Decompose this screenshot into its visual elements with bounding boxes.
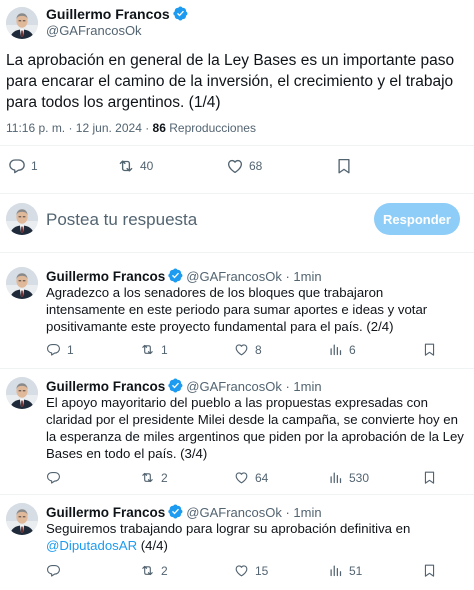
retweet-button[interactable]: 2 (140, 470, 168, 485)
reply-icon (46, 342, 61, 357)
views-count: 6 (349, 342, 356, 357)
author-name[interactable]: Guillermo Francos (46, 6, 170, 22)
bookmark-button[interactable] (422, 342, 437, 357)
mention-link[interactable]: @DiputadosAR (46, 538, 137, 553)
verified-badge-icon (173, 6, 188, 21)
reply-button[interactable]: 1 (46, 342, 74, 357)
divider (0, 193, 474, 194)
avatar[interactable] (6, 6, 38, 39)
reply-icon (46, 470, 61, 485)
reply-actions: 1 1 8 6 (46, 342, 466, 360)
like-button[interactable]: 64 (234, 470, 268, 485)
reply-button[interactable] (46, 563, 67, 578)
views-button[interactable]: 6 (328, 342, 356, 357)
like-count: 15 (255, 563, 269, 578)
reply-header: Guillermo Francos @GAFrancosOk · 1min (46, 268, 322, 284)
views-label: Reproducciones (165, 121, 256, 135)
divider (0, 494, 474, 495)
avatar[interactable] (6, 377, 38, 409)
divider (0, 368, 474, 369)
reply-text: El apoyo mayoritario del pueblo a las pr… (46, 395, 464, 461)
views-icon (328, 342, 343, 357)
retweet-count: 1 (161, 342, 168, 357)
reply-header: Guillermo Francos @GAFrancosOk · 1min (46, 504, 322, 520)
reply-actions: 2 64 530 (46, 470, 466, 488)
retweet-icon (140, 342, 155, 357)
reply-button[interactable]: 1 (8, 157, 38, 175)
avatar[interactable] (6, 267, 38, 299)
bookmark-icon (422, 563, 437, 578)
author-handle[interactable]: @GAFrancosOk · 1min (186, 269, 321, 284)
avatar[interactable] (6, 503, 38, 535)
bookmark-button[interactable] (335, 157, 353, 175)
reply-input[interactable]: Postea tu respuesta (46, 210, 197, 230)
like-icon (234, 563, 249, 578)
retweet-icon (140, 470, 155, 485)
bookmark-button[interactable] (422, 563, 437, 578)
retweet-count: 2 (161, 470, 168, 485)
reply-text: Seguiremos trabajando para lograr su apr… (46, 520, 466, 554)
views-count: 86 (152, 121, 166, 135)
views-icon (328, 563, 343, 578)
reply-icon (46, 563, 61, 578)
author-handle[interactable]: @GAFrancosOk (46, 23, 188, 39)
author-name[interactable]: Guillermo Francos (46, 269, 165, 284)
retweet-button[interactable]: 1 (140, 342, 168, 357)
author-name[interactable]: Guillermo Francos (46, 505, 165, 520)
bookmark-icon (422, 470, 437, 485)
main-tweet-actions: 1 40 68 (0, 157, 474, 181)
reply-text-body: Seguiremos trabajando para lograr su apr… (46, 521, 411, 536)
retweet-button[interactable]: 40 (117, 157, 153, 175)
tweet-text: La aprobación en general de la Ley Bases… (6, 52, 455, 111)
bookmark-icon (335, 157, 353, 175)
verified-badge-icon (168, 378, 183, 393)
retweet-button[interactable]: 2 (140, 563, 168, 578)
reply-actions: 2 15 51 (46, 563, 466, 581)
reply-text: Agradezco a los senadores de los bloques… (46, 285, 428, 334)
avatar (6, 203, 38, 235)
reply-icon (8, 157, 26, 175)
reply-count: 1 (31, 159, 38, 173)
retweet-icon (117, 157, 135, 175)
tweet-time[interactable]: 11:16 p. m. · 12 jun. 2024 · (6, 121, 153, 135)
like-icon (234, 342, 249, 357)
divider (0, 252, 474, 253)
reply-composer: Postea tu respuesta Responder (0, 200, 474, 240)
tweet-meta: 11:16 p. m. · 12 jun. 2024 · 86 Reproduc… (6, 121, 256, 135)
author-handle[interactable]: @GAFrancosOk · 1min (186, 505, 321, 520)
like-icon (226, 157, 244, 175)
views-icon (328, 470, 343, 485)
bookmark-button[interactable] (422, 470, 437, 485)
author-handle[interactable]: @GAFrancosOk · 1min (186, 379, 321, 394)
main-tweet-header: Guillermo Francos @GAFrancosOk (6, 6, 188, 39)
verified-badge-icon (168, 504, 183, 519)
divider (0, 145, 474, 146)
reply-header: Guillermo Francos @GAFrancosOk · 1min (46, 378, 322, 394)
like-icon (234, 470, 249, 485)
views-button[interactable]: 530 (328, 470, 369, 485)
retweet-count: 40 (140, 159, 154, 173)
like-button[interactable]: 68 (226, 157, 262, 175)
views-button[interactable]: 51 (328, 563, 362, 578)
bookmark-icon (422, 342, 437, 357)
views-count: 530 (349, 470, 370, 485)
reply-submit-button[interactable]: Responder (374, 203, 460, 235)
like-count: 68 (249, 159, 263, 173)
reply-count: 1 (67, 342, 74, 357)
like-button[interactable]: 8 (234, 342, 262, 357)
like-count: 8 (255, 342, 262, 357)
retweet-icon (140, 563, 155, 578)
views-count: 51 (349, 563, 363, 578)
like-button[interactable]: 15 (234, 563, 268, 578)
author-name[interactable]: Guillermo Francos (46, 379, 165, 394)
like-count: 64 (255, 470, 269, 485)
reply-text-end: (4/4) (137, 538, 168, 553)
retweet-count: 2 (161, 563, 168, 578)
reply-button[interactable] (46, 470, 67, 485)
verified-badge-icon (168, 268, 183, 283)
